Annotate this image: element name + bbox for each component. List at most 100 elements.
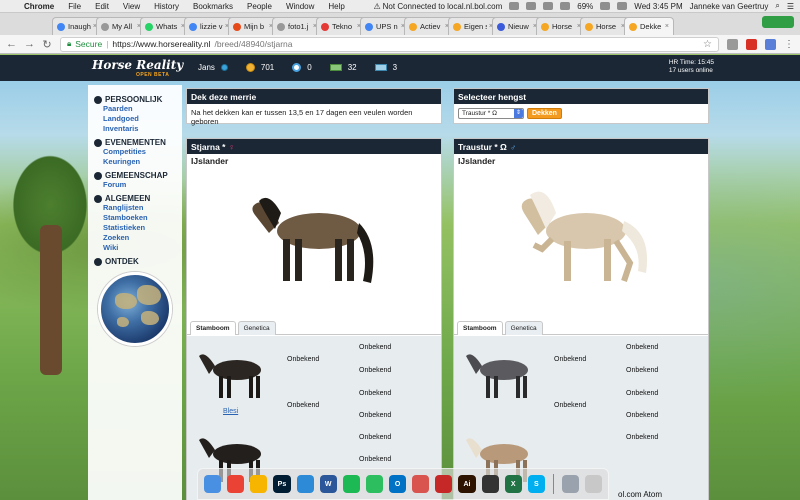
skype-icon[interactable]: S: [527, 475, 545, 493]
lastpass-icon[interactable]: [746, 38, 757, 50]
stallion-tab-stamboom[interactable]: Stamboom: [457, 321, 503, 335]
address-separator: |: [106, 39, 109, 49]
browser-tab[interactable]: Nieuw ×: [492, 17, 542, 35]
browser-tab[interactable]: Horse ×: [536, 17, 586, 35]
forward-icon[interactable]: →: [24, 38, 35, 50]
browser-tab[interactable]: Mijn b ×: [228, 17, 278, 35]
skype-blue-icon[interactable]: [296, 475, 314, 493]
search-icon[interactable]: ⌕: [775, 1, 779, 11]
sidebar-link[interactable]: Inventaris: [103, 124, 178, 134]
battery-level[interactable]: 69%: [577, 2, 593, 11]
bluetooth-icon[interactable]: [526, 2, 537, 10]
bookmark-star-icon[interactable]: ☆: [703, 39, 712, 50]
menu-help[interactable]: Help: [321, 2, 351, 11]
menu-view[interactable]: View: [116, 2, 147, 11]
word-icon[interactable]: W: [319, 475, 337, 493]
blue-money-icon: [374, 64, 387, 71]
compass-icon: [94, 257, 102, 266]
evernote-icon[interactable]: [365, 475, 383, 493]
sidebar-section-title: EVENEMENTEN: [94, 138, 178, 147]
sidebar-section-label: PERSOONLIJK: [105, 95, 163, 104]
breed-button[interactable]: Dekken: [527, 108, 562, 119]
finder-icon[interactable]: [204, 475, 222, 493]
extension-icon[interactable]: [727, 38, 738, 50]
excel-icon[interactable]: X: [504, 475, 522, 493]
battery-icon[interactable]: [600, 2, 611, 10]
menu-history[interactable]: History: [147, 2, 186, 11]
stallion-tab-genetica[interactable]: Genetica: [504, 321, 543, 335]
wifi-icon[interactable]: [543, 2, 554, 10]
sketch-icon[interactable]: [250, 475, 268, 493]
sidebar-link[interactable]: Statistieken: [103, 223, 178, 233]
browser-tab[interactable]: foto1.j ×: [272, 17, 322, 35]
mare-tab-genetica[interactable]: Genetica: [237, 321, 276, 335]
menu-file[interactable]: File: [61, 2, 88, 11]
sidebar-link[interactable]: Ranglijsten: [103, 203, 178, 213]
notification-center-icon[interactable]: ☰: [787, 2, 794, 11]
menu-edit[interactable]: Edit: [88, 2, 116, 11]
pedigree-horse-image[interactable]: [193, 340, 273, 404]
address-bar[interactable]: 🔒︎ Secure | https://www.horsereality.nl /…: [60, 36, 719, 52]
volume-icon[interactable]: [560, 2, 571, 10]
trash-icon[interactable]: [584, 475, 603, 493]
site-logo[interactable]: Horse Reality OPEN BETA: [92, 58, 183, 78]
browser-tab[interactable]: Actiev ×: [404, 17, 454, 35]
extension-n-icon[interactable]: [765, 38, 776, 50]
mare-tab-stamboom[interactable]: Stamboom: [190, 321, 236, 335]
stallion-dropdown[interactable]: Traustur * Ω ⇕: [458, 108, 524, 119]
browser-tab[interactable]: Tekno ×: [316, 17, 366, 35]
globe-icon: [94, 194, 102, 203]
browser-tab[interactable]: Horse ×: [580, 17, 630, 35]
browser-tab[interactable]: Whats ×: [140, 17, 190, 35]
menu-people[interactable]: People: [240, 2, 279, 11]
person-icon: [94, 95, 102, 104]
flag-icon[interactable]: [617, 2, 628, 10]
terminal-icon[interactable]: [481, 475, 499, 493]
network-status-text: Not Connected to local.nl.bol.com: [382, 1, 503, 11]
wunderlist-icon[interactable]: [412, 475, 430, 493]
profile-button[interactable]: [762, 16, 794, 28]
browser-tab[interactable]: Inaugh ×: [52, 17, 102, 35]
user-name[interactable]: Janneke van Geertruy: [690, 2, 769, 11]
browser-tab[interactable]: Eigen s ×: [448, 17, 498, 35]
menu-app-name[interactable]: Chrome: [22, 2, 61, 11]
network-status[interactable]: ⚠ Not Connected to local.nl.bol.com: [373, 2, 502, 11]
sidebar-link[interactable]: Competities: [103, 147, 178, 157]
sidebar-link[interactable]: Wiki: [103, 243, 178, 253]
browser-tab[interactable]: My All ×: [96, 17, 146, 35]
browser-tab[interactable]: UPS n ×: [360, 17, 410, 35]
tab-favicon-icon: [629, 22, 637, 31]
reload-icon[interactable]: ↻: [42, 38, 52, 51]
pedigree-ancestor: Onbekend: [626, 367, 659, 374]
spotify-icon[interactable]: [342, 475, 360, 493]
pedigree-ancestor: Onbekend: [287, 402, 320, 409]
username[interactable]: Jans: [198, 63, 215, 72]
chrome-menu-icon[interactable]: ⋮: [784, 39, 794, 50]
clock[interactable]: Wed 3:45 PM: [634, 2, 682, 11]
tab-close-icon[interactable]: ×: [665, 23, 669, 30]
dropbox-icon[interactable]: [509, 2, 520, 10]
sidebar-link[interactable]: Keuringen: [103, 157, 178, 167]
browser-tab[interactable]: Dekke ×: [624, 17, 674, 35]
browser-tab[interactable]: lizzie v ×: [184, 17, 234, 35]
preview-icon[interactable]: [561, 475, 579, 493]
sidebar-link[interactable]: Paarden: [103, 104, 178, 114]
back-icon[interactable]: ←: [6, 38, 17, 50]
sidebar-section-label: GEMEENSCHAP: [105, 171, 168, 180]
chrome-icon[interactable]: [227, 475, 245, 493]
sidebar-link[interactable]: Forum: [103, 180, 178, 190]
menu-window[interactable]: Window: [279, 2, 321, 11]
world-map-globe[interactable]: [98, 272, 172, 346]
pedigree-horse-image[interactable]: [460, 340, 540, 404]
sidebar-link[interactable]: Zoeken: [103, 233, 178, 243]
illustrator-icon[interactable]: Ai: [458, 475, 476, 493]
breed-panel-message: Na het dekken kan er tussen 13,5 en 17 d…: [191, 108, 413, 126]
outlook-icon[interactable]: O: [389, 475, 407, 493]
sidebar-link[interactable]: Landgoed: [103, 114, 178, 124]
sidebar-link[interactable]: Stamboeken: [103, 213, 178, 223]
menu-bookmarks[interactable]: Bookmarks: [186, 2, 240, 11]
acrobat-icon[interactable]: [435, 475, 453, 493]
parent-name-link[interactable]: Blesi: [223, 408, 238, 415]
photoshop-icon[interactable]: Ps: [273, 475, 291, 493]
globe-landmass: [137, 285, 161, 305]
